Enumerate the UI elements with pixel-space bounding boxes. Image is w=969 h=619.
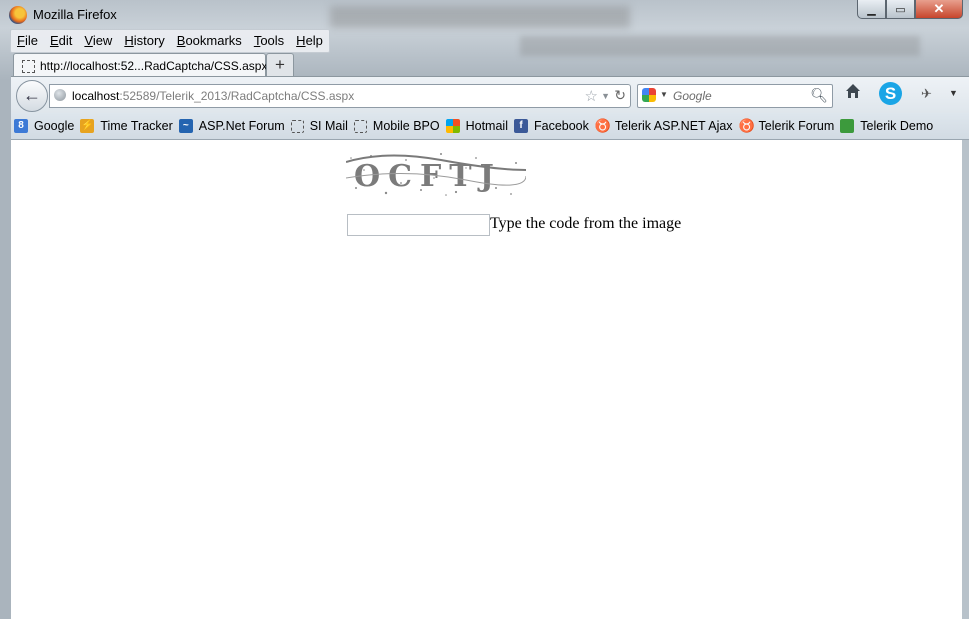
url-text: localhost:52589/Telerik_2013/RadCaptcha/… bbox=[72, 89, 354, 103]
minimize-button[interactable]: ▁ bbox=[857, 0, 886, 19]
menu-edit[interactable]: Edit bbox=[44, 30, 78, 52]
captcha-image: OCFTJ bbox=[346, 148, 526, 198]
window-controls: ▁ ▭ ✕ bbox=[857, 0, 963, 20]
bookmark-label: Time Tracker bbox=[100, 119, 173, 133]
url-path: :52589/Telerik_2013/RadCaptcha/CSS.aspx bbox=[119, 89, 355, 103]
menu-help[interactable]: Help bbox=[290, 30, 329, 52]
windows-icon bbox=[445, 119, 460, 133]
bookmarks-toolbar: 8 Google ⚡ Time Tracker ~ ASP.Net Forum SI … bbox=[11, 113, 969, 140]
history-dropdown-icon[interactable]: ▼ bbox=[601, 91, 610, 101]
bookmark-label: SI Mail bbox=[309, 119, 348, 133]
bookmark-facebook[interactable]: f Facebook bbox=[513, 119, 589, 133]
bookmark-label: Telerik Forum bbox=[758, 119, 835, 133]
menu-history[interactable]: History bbox=[118, 30, 170, 52]
window-title: Mozilla Firefox bbox=[33, 7, 117, 22]
page-content: OCFTJ Type the code from the image bbox=[11, 140, 962, 619]
bookmark-telerik-forum[interactable]: ♉ Telerik Forum bbox=[738, 118, 835, 134]
navigation-toolbar: ← localhost:52589/Telerik_2013/RadCaptch… bbox=[11, 76, 969, 113]
menu-bookmarks[interactable]: Bookmarks bbox=[171, 30, 248, 52]
search-icon[interactable]: 🔍︎ bbox=[810, 87, 828, 104]
chevron-down-icon[interactable]: ▼ bbox=[949, 88, 958, 98]
maximize-icon: ▭ bbox=[895, 3, 906, 16]
telerik-icon: ♉ bbox=[738, 118, 755, 133]
aspnet-icon: ~ bbox=[178, 119, 193, 133]
title-bar: Mozilla Firefox ▁ ▭ ✕ bbox=[0, 0, 969, 30]
telerik-icon: ♉ bbox=[594, 118, 612, 133]
menu-bar: File Edit View History Bookmarks Tools H… bbox=[10, 29, 330, 53]
back-arrow-icon: ← bbox=[23, 85, 41, 105]
close-icon: ✕ bbox=[933, 1, 945, 16]
captcha-code-input[interactable] bbox=[347, 214, 490, 236]
home-icon[interactable] bbox=[845, 83, 861, 99]
google-search-engine-icon[interactable] bbox=[642, 88, 656, 102]
search-placeholder: Google bbox=[673, 89, 712, 103]
chevron-down-icon[interactable]: ▼ bbox=[660, 90, 668, 99]
bookmark-label: Telerik ASP.NET Ajax bbox=[614, 119, 733, 133]
menu-tools[interactable]: Tools bbox=[248, 30, 290, 52]
maximize-button[interactable]: ▭ bbox=[886, 0, 915, 19]
facebook-icon: f bbox=[513, 119, 528, 133]
background-blur bbox=[520, 36, 920, 56]
bookmark-label: Google bbox=[34, 119, 75, 133]
bookmark-aspnet-forum[interactable]: ~ ASP.Net Forum bbox=[178, 119, 285, 133]
bookmark-telerik-demo[interactable]: Telerik Demo bbox=[840, 119, 933, 133]
bookmark-label: Telerik Demo bbox=[860, 119, 934, 133]
bookmark-google[interactable]: 8 Google bbox=[14, 119, 74, 133]
reload-icon[interactable]: ↻ bbox=[614, 87, 626, 104]
menu-view[interactable]: View bbox=[78, 30, 118, 52]
time-tracker-icon: ⚡ bbox=[80, 119, 95, 133]
extension-icon[interactable]: ✈ bbox=[921, 86, 932, 102]
minimize-icon: ▁ bbox=[867, 3, 876, 16]
url-bar[interactable]: localhost:52589/Telerik_2013/RadCaptcha/… bbox=[49, 84, 631, 108]
firefox-logo-icon bbox=[9, 6, 27, 24]
tab-title: http://localhost:52...RadCaptcha/CSS.asp… bbox=[40, 59, 268, 73]
bookmark-mobile-bpo[interactable]: Mobile BPO bbox=[353, 119, 440, 133]
bookmark-time-tracker[interactable]: ⚡ Time Tracker bbox=[80, 119, 173, 133]
page-icon bbox=[353, 119, 367, 133]
window-border bbox=[962, 140, 969, 619]
new-tab-button[interactable]: + bbox=[266, 53, 294, 77]
bookmark-hotmail[interactable]: Hotmail bbox=[445, 119, 508, 133]
skype-icon[interactable]: S bbox=[879, 82, 902, 105]
bookmark-si-mail[interactable]: SI Mail bbox=[290, 119, 348, 133]
page-icon bbox=[290, 119, 304, 133]
captcha-text: OCFTJ bbox=[354, 159, 502, 194]
bookmark-telerik-aspnet-ajax[interactable]: ♉ Telerik ASP.NET Ajax bbox=[594, 118, 733, 134]
globe-icon bbox=[54, 89, 66, 101]
firefox-window: Mozilla Firefox ▁ ▭ ✕ File Edit View His… bbox=[0, 0, 969, 619]
google-icon: 8 bbox=[14, 119, 28, 133]
url-host: localhost bbox=[72, 89, 120, 103]
close-button[interactable]: ✕ bbox=[915, 0, 963, 19]
bookmark-label: Hotmail bbox=[465, 119, 508, 133]
page-icon bbox=[22, 60, 35, 73]
bookmark-label: Facebook bbox=[533, 119, 589, 133]
search-box[interactable]: ▼ Google 🔍︎ bbox=[637, 84, 833, 108]
bookmark-star-icon[interactable]: ☆ bbox=[585, 87, 598, 105]
bookmark-label: ASP.Net Forum bbox=[198, 119, 285, 133]
image-icon bbox=[840, 119, 855, 133]
captcha-instruction-label: Type the code from the image bbox=[490, 215, 682, 232]
back-button[interactable]: ← bbox=[16, 80, 48, 112]
menu-file[interactable]: File bbox=[11, 30, 44, 52]
tab-current[interactable]: http://localhost:52...RadCaptcha/CSS.asp… bbox=[13, 53, 268, 78]
bookmark-label: Mobile BPO bbox=[372, 119, 440, 133]
